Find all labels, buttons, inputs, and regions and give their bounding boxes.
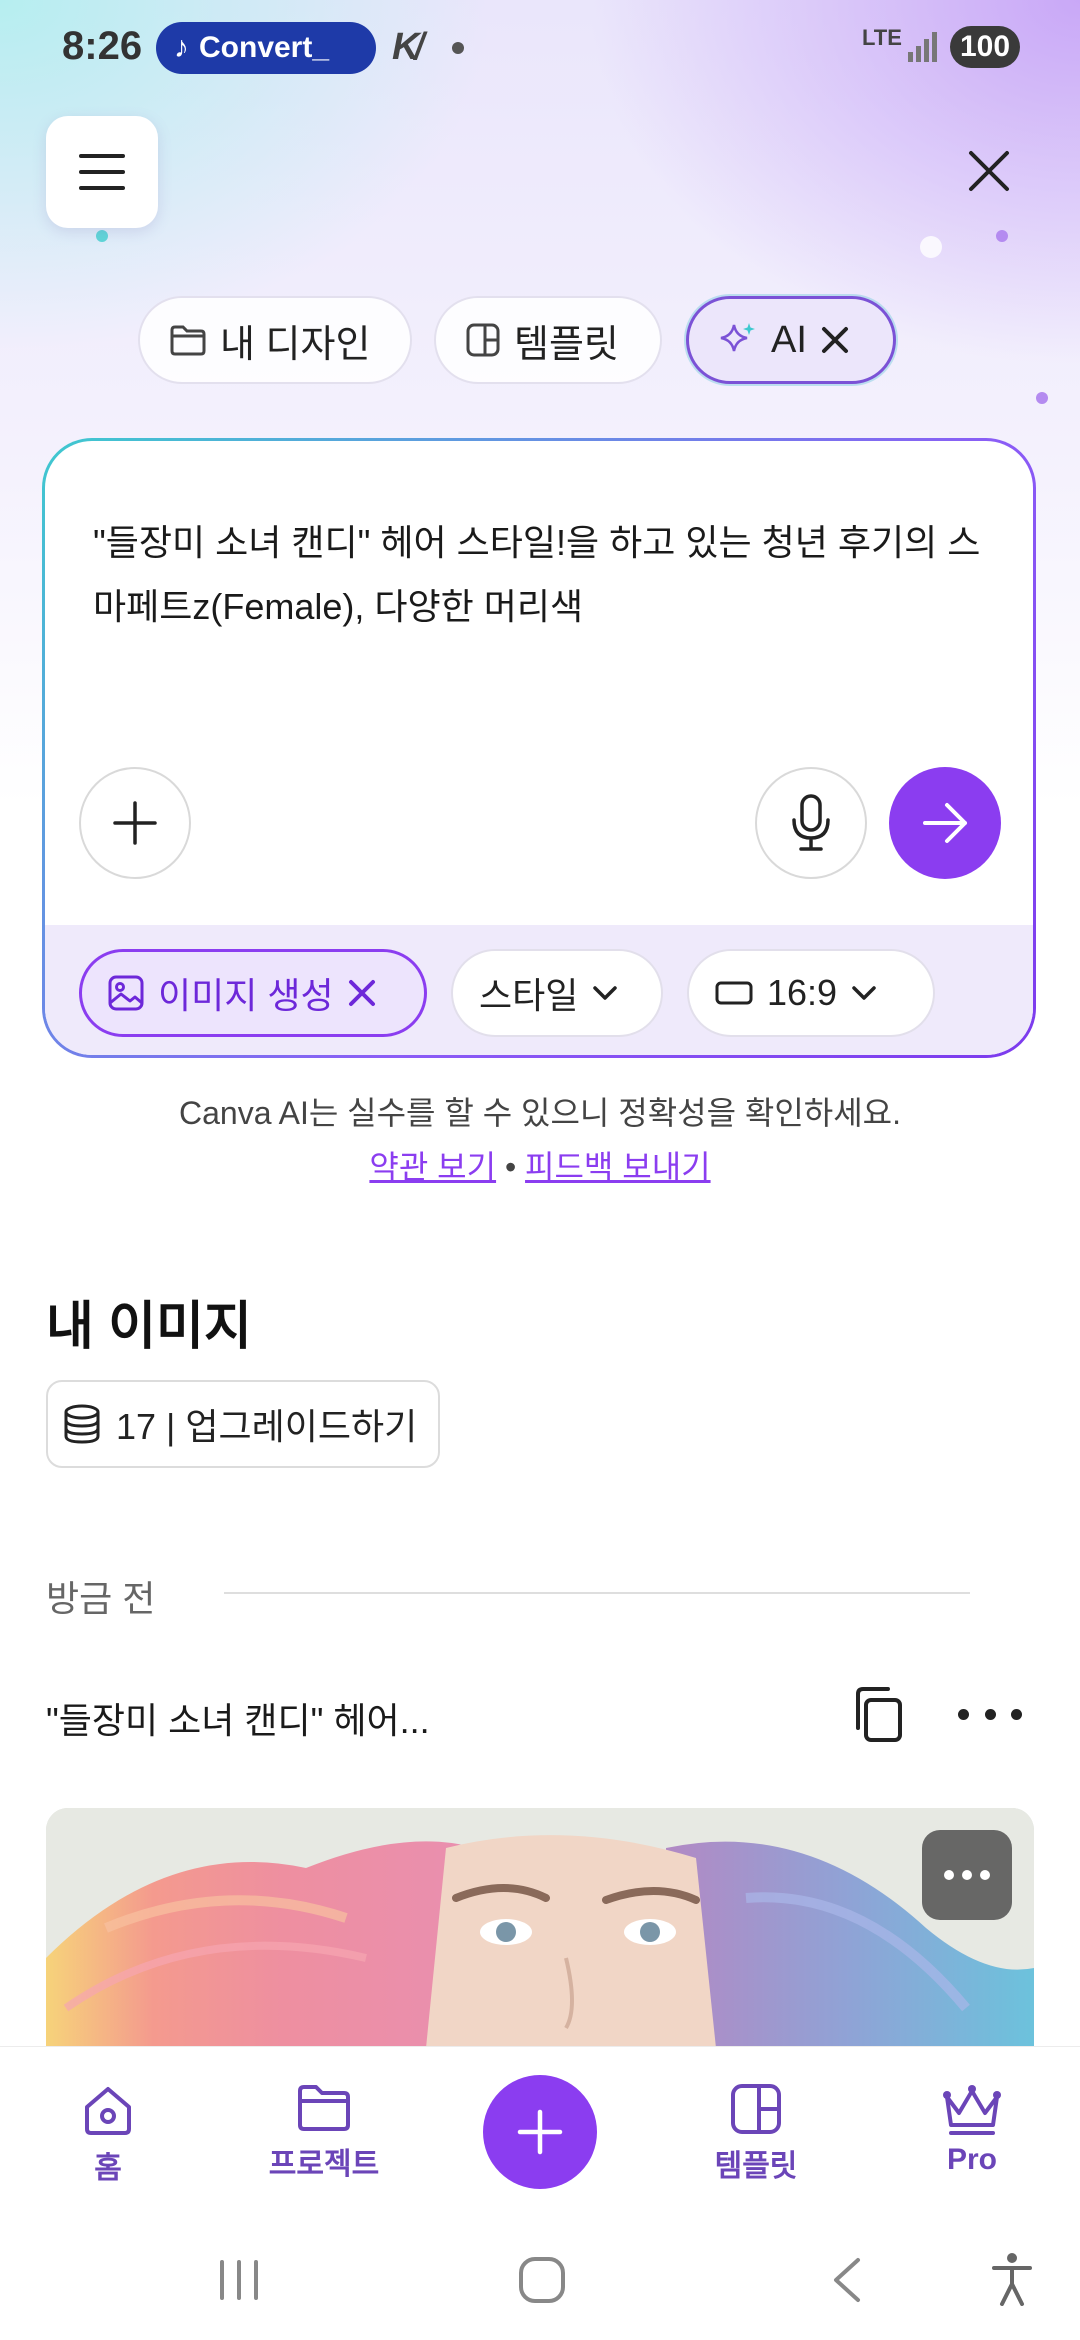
close-icon[interactable] (821, 326, 849, 354)
recent-apps-icon[interactable] (216, 2258, 262, 2302)
template-icon (731, 2084, 781, 2134)
aspect-ratio-icon (715, 981, 753, 1005)
music-note-icon: ♪ (174, 31, 189, 64)
nav-pro[interactable]: Pro (892, 2083, 1052, 2177)
decorative-sparkle (920, 236, 942, 258)
plus-icon (517, 2109, 563, 2155)
close-button[interactable] (954, 136, 1024, 206)
chip-ai[interactable]: AI (686, 296, 896, 384)
create-button[interactable] (483, 2075, 597, 2189)
send-button[interactable] (889, 767, 1001, 879)
chip-label: 내 디자인 (220, 323, 371, 366)
menu-button[interactable] (46, 116, 158, 228)
notification-label: Convert_ (199, 31, 330, 64)
aspect-ratio-label: 16:9 (767, 972, 838, 1013)
home-icon (85, 2087, 131, 2135)
image-generation-mode-chip[interactable]: 이미지 생성 (79, 949, 427, 1037)
add-attachment-button[interactable] (79, 767, 191, 879)
credits-label: 17 | 업그레이드하기 (116, 1406, 418, 1447)
nav-projects[interactable]: 프로젝트 (244, 2083, 404, 2183)
app-notification-icon: K̸ (392, 26, 420, 68)
notification-dot-icon (452, 42, 464, 54)
folder-icon (298, 2085, 350, 2131)
status-bar: 8:26 ♪ Convert_ K̸ LTE 100 (0, 0, 1080, 96)
prompt-card: "들장미 소녀 캔디" 헤어 스타일!을 하고 있는 청년 후기의 스마페트z(… (42, 438, 1036, 1058)
nav-templates[interactable]: 템플릿 (676, 2083, 836, 2185)
bottom-nav: 홈 프로젝트 템플릿 Pro (0, 2046, 1080, 2222)
generation-title: "들장미 소녀 캔디" 헤어... (46, 1700, 430, 1741)
chevron-down-icon (593, 986, 618, 1000)
section-title: 내 이미지 (46, 1298, 252, 1356)
terms-link[interactable]: 약관 보기 (369, 1149, 496, 1185)
chip-templates[interactable]: 템플릿 (434, 296, 662, 384)
template-icon (466, 323, 500, 357)
decorative-sparkle (996, 230, 1008, 242)
plus-icon (113, 801, 157, 845)
disclaimer-links: 약관 보기 • 피드백 보내기 (0, 1142, 1080, 1188)
more-options-icon[interactable] (958, 1694, 1022, 1734)
microphone-icon (792, 794, 830, 851)
prompt-input[interactable]: "들장미 소녀 캔디" 헤어 스타일!을 하고 있는 청년 후기의 스마페트z(… (93, 511, 993, 639)
decorative-sparkle (96, 230, 108, 242)
sparkle-icon (720, 323, 755, 352)
generated-image-portrait (46, 1808, 1034, 2048)
network-type: LTE (862, 25, 902, 50)
home-button-icon[interactable] (518, 2256, 566, 2304)
link-separator: • (504, 1149, 517, 1185)
chevron-down-icon (852, 986, 876, 1000)
nav-home[interactable]: 홈 (28, 2083, 188, 2187)
arrow-right-icon (923, 803, 967, 843)
image-options-button[interactable] (922, 1830, 1012, 1920)
hamburger-icon (79, 154, 125, 190)
style-dropdown[interactable]: 스타일 (451, 949, 663, 1037)
feedback-link[interactable]: 피드백 보내기 (525, 1149, 711, 1185)
signal-icon (908, 32, 937, 62)
image-icon (108, 975, 144, 1011)
aspect-ratio-dropdown[interactable]: 16:9 (687, 949, 935, 1037)
nav-label: Pro (946, 2143, 997, 2176)
status-time: 8:26 (62, 24, 143, 68)
generated-image[interactable] (46, 1808, 1034, 2048)
divider (224, 1592, 970, 1594)
crown-icon (943, 2085, 1001, 2135)
chip-label: AI (771, 318, 807, 361)
time-group-label: 방금 전 (46, 1578, 156, 1619)
prompt-options-bar: 이미지 생성 스타일 16:9 (45, 925, 1033, 1055)
close-icon[interactable] (348, 979, 376, 1007)
close-icon (969, 151, 1009, 191)
nav-label: 홈 (94, 2152, 122, 2185)
chip-my-designs[interactable]: 내 디자인 (138, 296, 412, 384)
chip-label: 템플릿 (514, 323, 619, 366)
nav-label: 템플릿 (714, 2150, 798, 2183)
mode-label: 이미지 생성 (158, 975, 334, 1016)
nav-label: 프로젝트 (268, 2148, 380, 2181)
database-icon (64, 1404, 100, 1444)
credits-upgrade-button[interactable]: 17 | 업그레이드하기 (46, 1380, 440, 1468)
decorative-sparkle (1036, 392, 1048, 404)
back-icon[interactable] (828, 2256, 864, 2304)
system-nav-bar (0, 2222, 1080, 2340)
style-label: 스타일 (479, 975, 579, 1016)
voice-input-button[interactable] (755, 767, 867, 879)
folder-icon (170, 325, 206, 356)
ai-disclaimer: Canva AI는 실수를 할 수 있으니 정확성을 확인하세요. (178, 1095, 901, 1131)
accessibility-icon[interactable] (990, 2252, 1034, 2306)
media-notification-pill[interactable]: ♪ Convert_ (156, 22, 376, 74)
battery-indicator: 100 (950, 26, 1020, 68)
copy-icon[interactable] (848, 1684, 908, 1744)
